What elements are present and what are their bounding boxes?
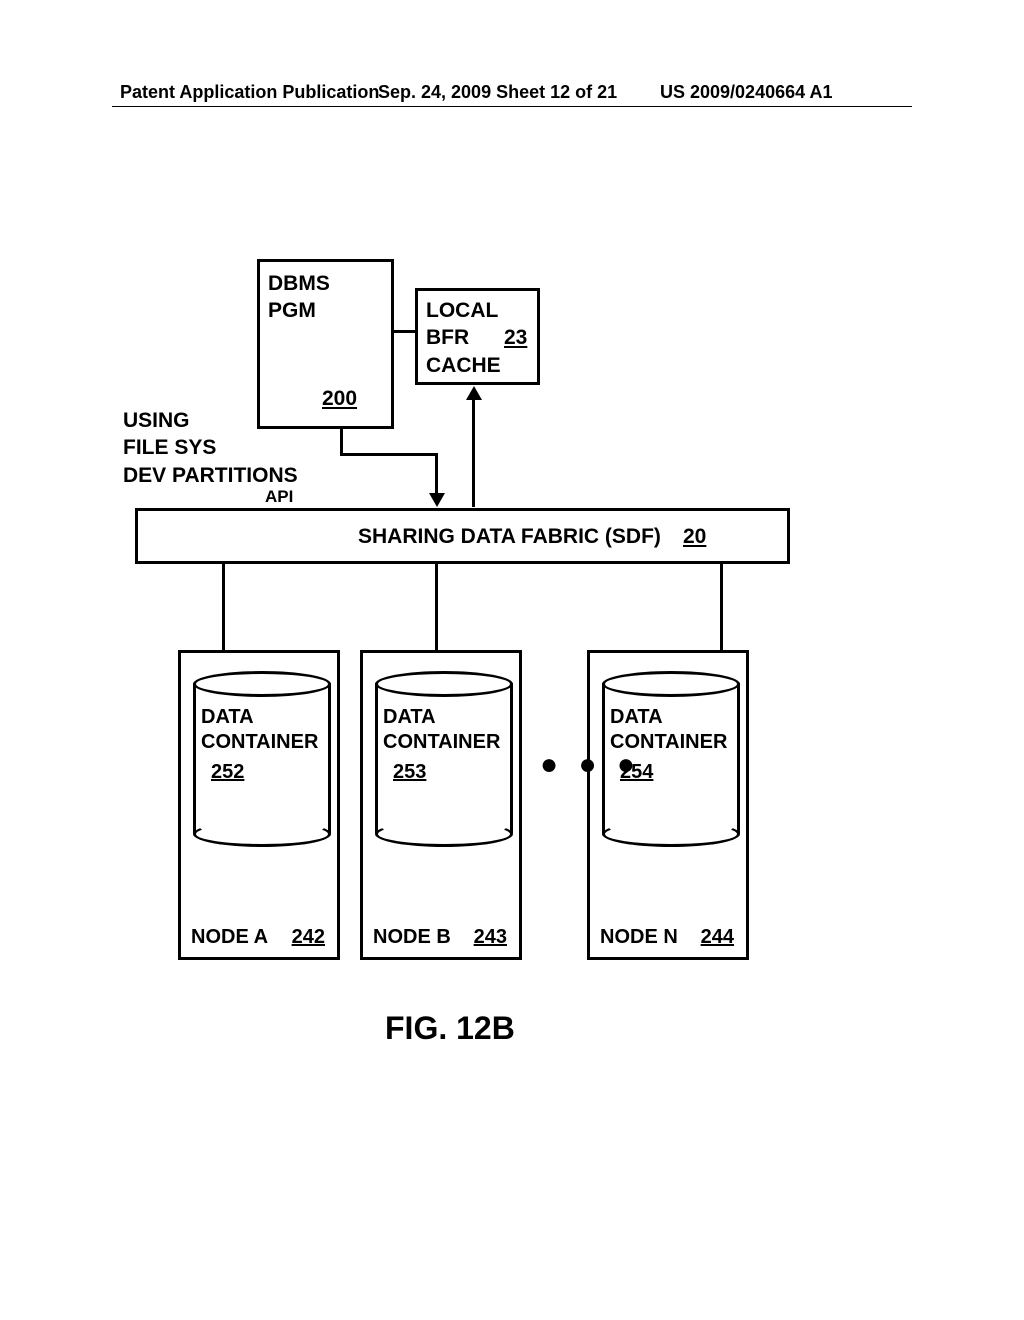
node-b-label: NODE B <box>373 926 451 949</box>
side-line1: USING <box>123 407 298 434</box>
conn-sdf-up-cache <box>472 398 475 507</box>
node-b-ref: 243 <box>474 926 507 949</box>
header-left: Patent Application Publication <box>120 82 379 103</box>
dbms-line2: PGM <box>268 297 383 324</box>
node-n-label: NODE N <box>600 926 678 949</box>
node-a-label: NODE A <box>191 926 268 949</box>
side-line3: DEV PARTITIONS <box>123 462 298 489</box>
api-label: API <box>265 487 293 507</box>
header-mid: Sep. 24, 2009 Sheet 12 of 21 <box>378 82 617 103</box>
cyl-bottom-a <box>193 821 331 847</box>
node-a: DATA CONTAINER 252 NODE A 242 <box>178 650 340 960</box>
node-a-ref: 242 <box>292 926 325 949</box>
cylinder-b: DATA CONTAINER 253 <box>375 671 513 841</box>
ellipsis: ● ● ● <box>540 748 641 782</box>
conn-dbms-into-sdf <box>435 453 438 495</box>
cyl-top-a <box>193 671 331 697</box>
cyl-top-n <box>602 671 740 697</box>
sdf-box: SHARING DATA FABRIC (SDF) 20 <box>135 508 790 564</box>
header-rule <box>112 106 912 107</box>
arrow-into-sdf <box>429 493 445 507</box>
cache-box: LOCAL BFR CACHE 23 <box>415 288 540 385</box>
dbms-line1: DBMS <box>268 270 383 297</box>
side-label: USING FILE SYS DEV PARTITIONS <box>123 407 298 489</box>
cylinder-a: DATA CONTAINER 252 <box>193 671 331 841</box>
sdf-text: SHARING DATA FABRIC (SDF) <box>358 525 661 549</box>
conn-sdf-node-b <box>435 564 438 650</box>
arrow-up-cache <box>466 386 482 400</box>
sdf-ref: 20 <box>683 525 706 549</box>
container-b-text: DATA CONTAINER <box>383 705 500 755</box>
node-b: DATA CONTAINER 253 NODE B 243 <box>360 650 522 960</box>
connector-dbms-cache <box>394 330 415 333</box>
node-n: DATA CONTAINER 254 NODE N 244 <box>587 650 749 960</box>
figure-label: FIG. 12B <box>385 1010 515 1047</box>
header-right: US 2009/0240664 A1 <box>660 82 832 103</box>
cyl-bottom-b <box>375 821 513 847</box>
conn-sdf-node-a <box>222 564 225 650</box>
dbms-box: DBMS PGM 200 <box>257 259 394 429</box>
cache-line3: CACHE <box>426 352 529 379</box>
cache-ref: 23 <box>504 324 527 351</box>
cache-line1: LOCAL <box>426 297 529 324</box>
conn-dbms-down <box>340 429 343 455</box>
container-b-ref: 253 <box>393 761 426 784</box>
cyl-bottom-n <box>602 821 740 847</box>
node-n-ref: 244 <box>701 926 734 949</box>
conn-dbms-h <box>340 453 438 456</box>
dbms-ref: 200 <box>322 385 357 412</box>
container-a-text: DATA CONTAINER <box>201 705 318 755</box>
side-line2: FILE SYS <box>123 434 298 461</box>
container-a-ref: 252 <box>211 761 244 784</box>
conn-sdf-node-n <box>720 564 723 650</box>
cyl-top-b <box>375 671 513 697</box>
